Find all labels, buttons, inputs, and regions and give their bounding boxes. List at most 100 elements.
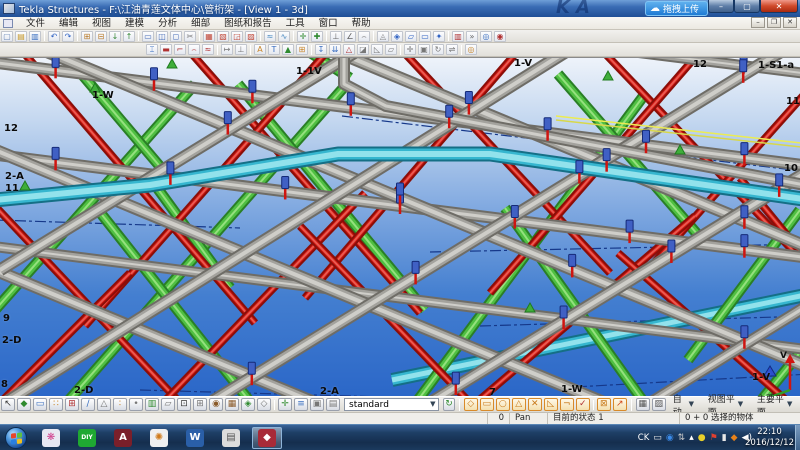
export-icon[interactable]: ↑ bbox=[123, 31, 135, 42]
menu-item-detailing[interactable]: 细部 bbox=[184, 17, 217, 30]
taskbar-app-translator[interactable]: ❋ bbox=[36, 427, 66, 449]
move-object-icon[interactable]: ✛ bbox=[404, 44, 416, 55]
open-model-icon[interactable]: ▤ bbox=[15, 31, 27, 42]
taskbar-app-color-wheel[interactable]: ✺ bbox=[144, 427, 174, 449]
polygon-cut-icon[interactable]: ▱ bbox=[385, 44, 397, 55]
select-parts-icon[interactable]: ▭ bbox=[33, 398, 47, 411]
help-tray-icon[interactable]: ◉ bbox=[666, 433, 674, 443]
select-lines-icon[interactable]: ∕ bbox=[81, 398, 95, 411]
create-component-icon[interactable]: ◬ bbox=[377, 31, 389, 42]
smart-select-icon[interactable]: ≡ bbox=[294, 398, 308, 411]
menu-item-modeling[interactable]: 建模 bbox=[118, 17, 151, 30]
bolt-array-icon[interactable]: ⇊ bbox=[329, 44, 341, 55]
show-desktop-button[interactable] bbox=[795, 425, 800, 450]
snap-ortho-icon[interactable]: ⊠ bbox=[597, 398, 611, 411]
snap-line-extension-icon[interactable]: ¬ bbox=[560, 398, 574, 411]
create-point-icon[interactable]: ✛ bbox=[297, 31, 309, 42]
save-model-icon[interactable]: ▥ bbox=[29, 31, 41, 42]
selection-filter-a-icon[interactable]: ▣ bbox=[310, 398, 324, 411]
snap-tracking-icon[interactable]: ↗ bbox=[613, 398, 627, 411]
fetch-icon[interactable]: ✦ bbox=[433, 31, 445, 42]
select-objects-in-assemblies-icon[interactable]: ◇ bbox=[257, 398, 271, 411]
select-views-icon[interactable]: ⊡ bbox=[177, 398, 191, 411]
create-curved-beam-icon[interactable]: ⌢ bbox=[188, 44, 200, 55]
drag-and-drop-icon[interactable]: ✛ bbox=[278, 398, 292, 411]
fit-by-parts-icon[interactable]: ◫ bbox=[156, 31, 168, 42]
select-objects-in-components-icon[interactable]: ◈ bbox=[241, 398, 255, 411]
construction-point-icon[interactable]: ✚ bbox=[311, 31, 323, 42]
select-surfaces-icon[interactable]: ▱ bbox=[161, 398, 175, 411]
cut-part-icon[interactable]: ◪ bbox=[357, 44, 369, 55]
auto-connection-icon[interactable]: T bbox=[268, 44, 280, 55]
battery-icon[interactable]: ▮ bbox=[722, 433, 727, 443]
taskbar-app-word[interactable]: W bbox=[180, 427, 210, 449]
snap-depth-combo[interactable]: 自动 ▼ bbox=[669, 398, 700, 411]
pad-footing-icon[interactable]: ⊥ bbox=[235, 44, 247, 55]
connection-symbol-icon[interactable]: ▲ bbox=[282, 44, 294, 55]
fitting-icon[interactable]: ◺ bbox=[371, 44, 383, 55]
phase-combo[interactable]: standard ▼ bbox=[344, 398, 439, 411]
menu-item-tools[interactable]: 工具 bbox=[279, 17, 312, 30]
macros-icon[interactable]: ◎ bbox=[480, 31, 492, 42]
mdi-restore-button[interactable]: ❐ bbox=[767, 17, 781, 28]
chevron-down-icon[interactable]: ▼ bbox=[687, 399, 696, 410]
snap-override-icon[interactable]: ◎ bbox=[465, 44, 477, 55]
close-button[interactable]: ✕ bbox=[760, 0, 798, 13]
measure-distance-icon[interactable]: ⊥ bbox=[330, 31, 342, 42]
select-welds-icon[interactable]: △ bbox=[97, 398, 111, 411]
create-polybeam-icon[interactable]: ⌐ bbox=[174, 44, 186, 55]
redo-icon[interactable]: ↷ bbox=[62, 31, 74, 42]
create-twin-beam-icon[interactable]: ≈ bbox=[202, 44, 214, 55]
work-plane-combo[interactable]: 主要平面 ▼ bbox=[753, 398, 798, 411]
hidden-icons-arrow[interactable]: ▴ bbox=[689, 433, 694, 443]
screenshot-icon[interactable]: ▥ bbox=[452, 31, 464, 42]
create-column-icon[interactable]: ⌶ bbox=[146, 44, 158, 55]
select-bolt-groups-icon[interactable]: ∶ bbox=[113, 398, 127, 411]
flag-tray-icon[interactable]: ⚑ bbox=[710, 433, 718, 443]
dwg-export-icon[interactable]: » bbox=[466, 31, 478, 42]
rotate-object-icon[interactable]: ↻ bbox=[432, 44, 444, 55]
fly-icon[interactable]: ≈ bbox=[264, 31, 276, 42]
menu-item-edit[interactable]: 编辑 bbox=[52, 17, 85, 30]
snap-nearest-point-icon[interactable]: ○ bbox=[496, 398, 510, 411]
model-viewport-3d[interactable]: V 1-W1-1V1-V121-S1-a1110122-A1192-D82-D2… bbox=[0, 57, 800, 396]
zoom-original-icon[interactable]: ◻ bbox=[170, 31, 182, 42]
cut-icon[interactable]: ✂ bbox=[184, 31, 196, 42]
measure-arc-icon[interactable]: ⌢ bbox=[358, 31, 370, 42]
select-joints-icon[interactable]: ◉ bbox=[209, 398, 223, 411]
mdi-minimize-button[interactable]: – bbox=[751, 17, 765, 28]
import-icon[interactable]: ↓ bbox=[109, 31, 121, 42]
create-bolts-icon[interactable]: ↧ bbox=[315, 44, 327, 55]
view-list-icon[interactable]: ▦ bbox=[203, 31, 215, 42]
alert-tray-icon[interactable]: ◆ bbox=[731, 433, 738, 443]
component-box-icon[interactable]: ⊞ bbox=[296, 44, 308, 55]
snap-free-icon[interactable]: ✓ bbox=[576, 398, 590, 411]
view-plane-toggle-a-icon[interactable]: ▦ bbox=[636, 398, 650, 411]
copy-special-icon[interactable]: ▱ bbox=[405, 31, 417, 42]
chevron-down-icon[interactable]: ▼ bbox=[427, 399, 438, 410]
keyboard-icon[interactable]: ▭ bbox=[653, 433, 662, 443]
select-assemblies-icon[interactable]: ▦ bbox=[225, 398, 239, 411]
coin-tray-icon[interactable]: ● bbox=[698, 433, 706, 443]
snap-perpendicular-icon[interactable]: ◺ bbox=[544, 398, 558, 411]
taskbar-app-tekla[interactable]: ◆ bbox=[252, 427, 282, 449]
fit-work-area-icon[interactable]: ▭ bbox=[142, 31, 154, 42]
select-reinforcement-icon[interactable]: ▥ bbox=[145, 398, 159, 411]
clash-check-icon[interactable]: ◉ bbox=[494, 31, 506, 42]
select-single-bolts-icon[interactable]: • bbox=[129, 398, 143, 411]
selection-filter-b-icon[interactable]: ▤ bbox=[326, 398, 340, 411]
view-plane-icon[interactable]: ◲ bbox=[231, 31, 243, 42]
menu-item-window[interactable]: 窗口 bbox=[312, 17, 345, 30]
component-catalog-icon[interactable]: ◈ bbox=[391, 31, 403, 42]
menu-item-help[interactable]: 帮助 bbox=[345, 17, 378, 30]
select-all-grids-icon[interactable]: ⊞ bbox=[193, 398, 207, 411]
orthogonal-beam-icon[interactable]: ↦ bbox=[221, 44, 233, 55]
menu-item-drawings-reports[interactable]: 图纸和报告 bbox=[217, 17, 279, 30]
select-all-icon[interactable]: ↖ bbox=[1, 398, 15, 411]
select-component-icon[interactable]: ◆ bbox=[17, 398, 31, 411]
create-beam-icon[interactable]: ▬ bbox=[160, 44, 172, 55]
taskbar-app-pdf-reader[interactable]: A bbox=[108, 427, 138, 449]
menu-item-view[interactable]: 视图 bbox=[85, 17, 118, 30]
named-view-icon[interactable]: ▧ bbox=[217, 31, 229, 42]
chevron-down-icon[interactable]: ▼ bbox=[736, 399, 745, 410]
